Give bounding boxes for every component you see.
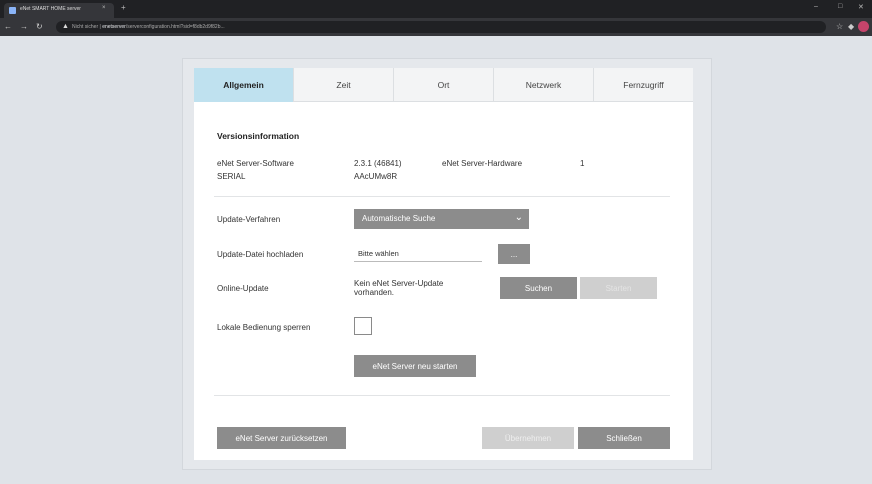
tab-bar: Allgemein Zeit Ort Netzwerk Fernzugriff bbox=[194, 68, 693, 102]
warning-icon: ▲ bbox=[62, 23, 69, 30]
lock-local-label: Lokale Bedienung sperren bbox=[217, 323, 311, 332]
serial-label: SERIAL bbox=[217, 172, 246, 181]
divider bbox=[214, 395, 670, 396]
browser-toolbar: ← → ↻ ▲ Nicht sicher | enetserver/server… bbox=[0, 18, 872, 36]
online-update-status: Kein eNet Server-Update vorhanden. bbox=[354, 279, 443, 297]
new-tab-icon[interactable]: + bbox=[121, 3, 126, 12]
tab-zeit[interactable]: Zeit bbox=[294, 68, 394, 102]
software-value: 2.3.1 (46841) bbox=[354, 159, 402, 168]
online-status-line1: Kein eNet Server-Update bbox=[354, 279, 444, 288]
close-window-icon[interactable]: ✕ bbox=[858, 3, 864, 11]
settings-dialog: Allgemein Zeit Ort Netzwerk Fernzugriff … bbox=[194, 68, 693, 460]
url-text: Nicht sicher | enetserver/serverconfigur… bbox=[72, 24, 225, 30]
serial-value: AAcUMw8R bbox=[354, 172, 398, 181]
back-icon[interactable]: ← bbox=[4, 22, 12, 31]
tab-ort[interactable]: Ort bbox=[394, 68, 494, 102]
divider bbox=[214, 196, 670, 197]
tab-title: eNet SMART HOME server bbox=[20, 6, 81, 12]
bookmark-star-icon[interactable]: ☆ bbox=[836, 22, 843, 31]
favicon-icon bbox=[9, 7, 16, 14]
start-update-button[interactable]: Starten bbox=[580, 277, 657, 299]
maximize-icon[interactable]: □ bbox=[838, 3, 842, 10]
close-button[interactable]: Schließen bbox=[578, 427, 670, 449]
browse-button[interactable]: ... bbox=[498, 244, 530, 264]
chevron-down-icon: ⌄ bbox=[514, 212, 523, 223]
version-heading: Versionsinformation bbox=[217, 131, 300, 141]
minimize-icon[interactable]: – bbox=[814, 3, 818, 10]
browser-titlebar: eNet SMART HOME server × + – □ ✕ bbox=[0, 0, 872, 18]
lock-local-checkbox[interactable] bbox=[354, 317, 372, 335]
upload-file-field[interactable]: Bitte wählen bbox=[354, 246, 482, 262]
tab-netzwerk[interactable]: Netzwerk bbox=[494, 68, 594, 102]
software-label: eNet Server-Software bbox=[217, 159, 294, 168]
forward-icon[interactable]: → bbox=[20, 22, 28, 31]
update-method-select[interactable]: Automatische Suche ⌄ bbox=[354, 209, 529, 229]
update-method-label: Update-Verfahren bbox=[217, 215, 281, 224]
hardware-value: 1 bbox=[580, 159, 585, 168]
apply-button[interactable]: Übernehmen bbox=[482, 427, 574, 449]
upload-label: Update-Datei hochladen bbox=[217, 250, 304, 259]
search-button[interactable]: Suchen bbox=[500, 277, 577, 299]
online-status-line2: vorhanden. bbox=[354, 288, 395, 297]
update-method-value: Automatische Suche bbox=[362, 214, 436, 223]
address-bar[interactable]: ▲ Nicht sicher | enetserver/serverconfig… bbox=[56, 21, 826, 33]
browser-tab[interactable]: eNet SMART HOME server × bbox=[4, 3, 114, 18]
reload-icon[interactable]: ↻ bbox=[36, 22, 43, 31]
hardware-label: eNet Server-Hardware bbox=[442, 159, 523, 168]
close-tab-icon[interactable]: × bbox=[102, 5, 106, 11]
reset-server-button[interactable]: eNet Server zurücksetzen bbox=[217, 427, 346, 449]
profile-avatar[interactable] bbox=[858, 21, 869, 32]
extension-icon[interactable]: ◆ bbox=[848, 22, 854, 31]
tab-allgemein[interactable]: Allgemein bbox=[194, 68, 294, 102]
restart-server-button[interactable]: eNet Server neu starten bbox=[354, 355, 476, 377]
online-update-label: Online-Update bbox=[217, 284, 269, 293]
tab-fernzugriff[interactable]: Fernzugriff bbox=[594, 68, 693, 102]
